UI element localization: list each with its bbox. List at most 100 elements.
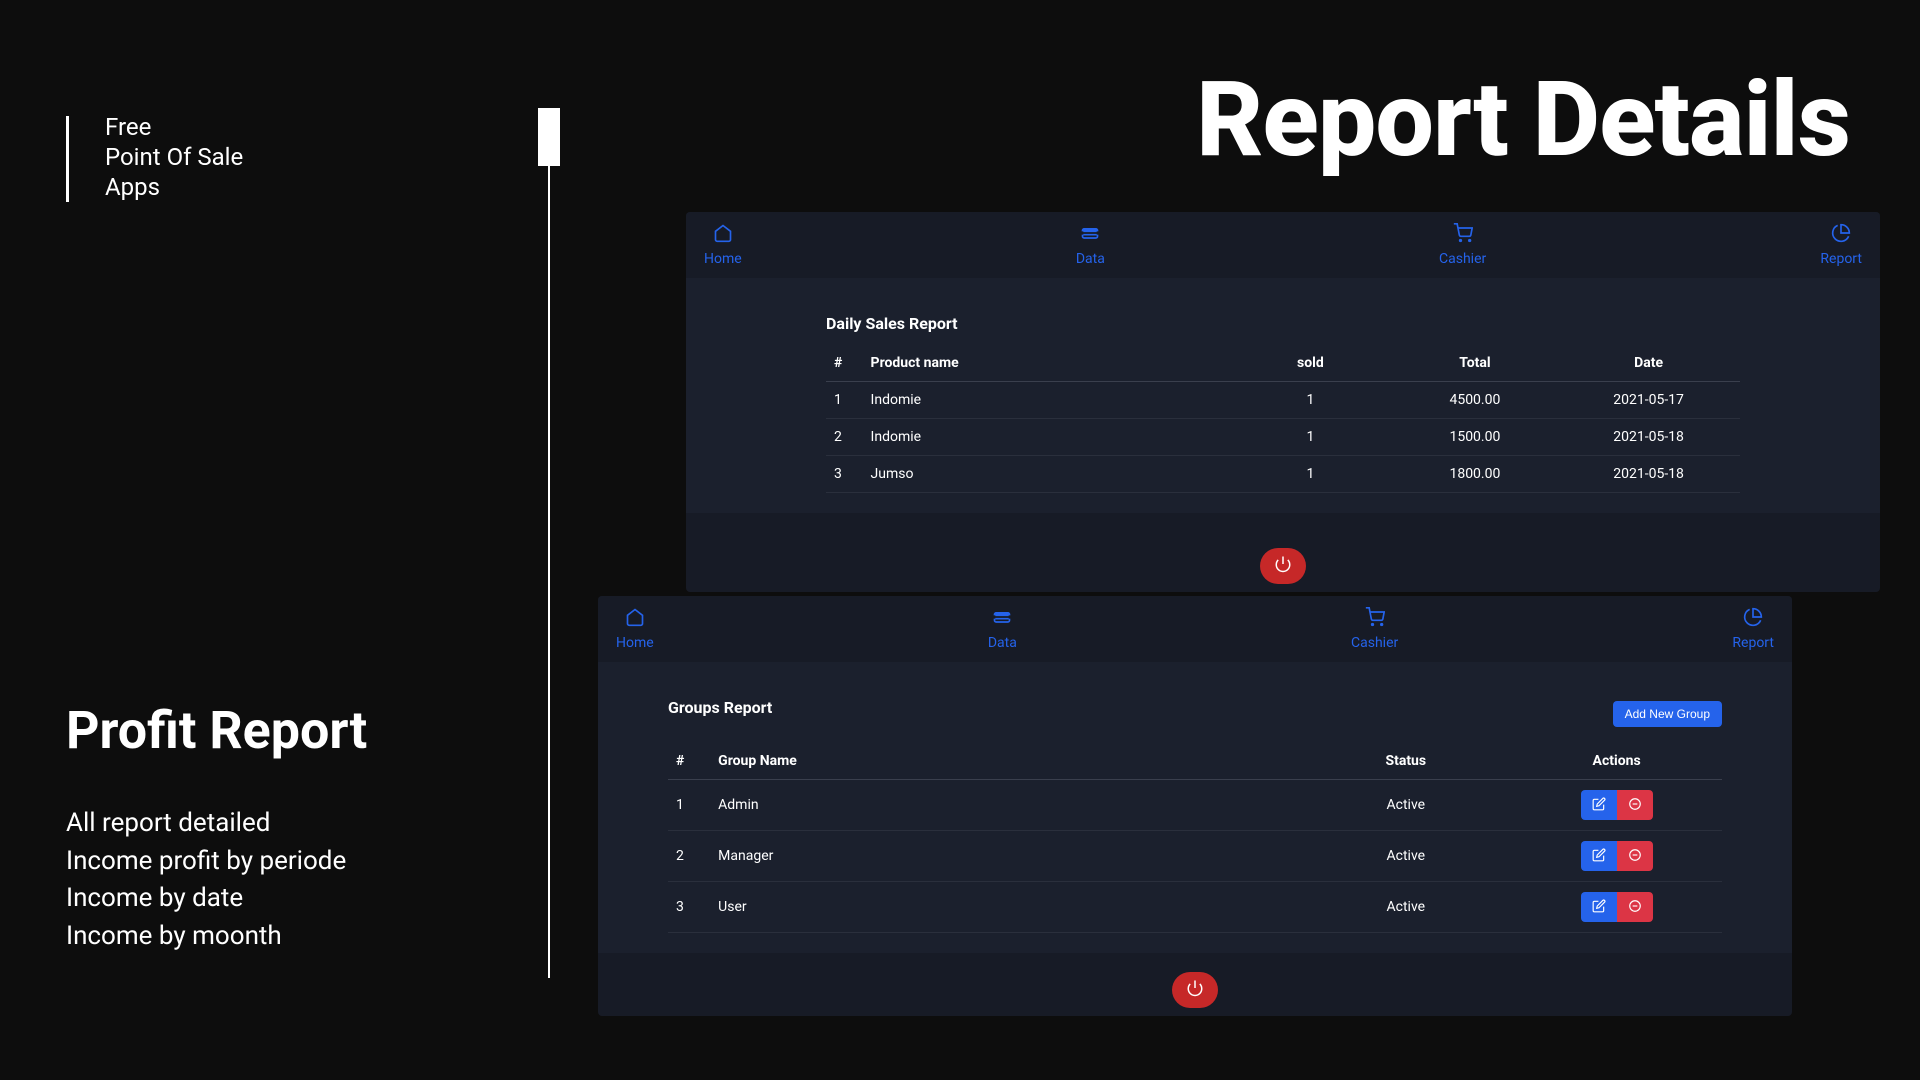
power-button[interactable] (1260, 548, 1306, 584)
groups-table: # Group Name Status Actions 1AdminActive… (668, 743, 1722, 933)
nav-report-label: Report (1820, 251, 1862, 267)
col-num: # (826, 345, 863, 382)
cell-group-name: Manager (710, 831, 1300, 882)
brand-text: Free Point Of Sale Apps (105, 112, 243, 202)
brand-accent-bar (66, 116, 69, 202)
nav-home[interactable]: Home (704, 223, 742, 267)
cell-num: 1 (826, 382, 863, 419)
sales-card-body: Daily Sales Report # Product name sold T… (686, 278, 1880, 513)
cell-product: Indomie (863, 382, 1229, 419)
cart-icon (1453, 223, 1473, 247)
cell-date: 2021-05-17 (1557, 382, 1740, 419)
cell-date: 2021-05-18 (1557, 456, 1740, 493)
cell-num: 2 (826, 419, 863, 456)
brand-line-1: Free (105, 112, 243, 142)
cell-status: Active (1300, 831, 1511, 882)
cell-status: Active (1300, 882, 1511, 933)
edit-button[interactable] (1581, 892, 1617, 922)
nav-data-b[interactable]: Data (988, 607, 1017, 651)
cell-num: 1 (668, 780, 710, 831)
edit-button[interactable] (1581, 841, 1617, 871)
table-row: 1Indomie14500.002021-05-17 (826, 382, 1740, 419)
nav-data-label-b: Data (988, 635, 1017, 651)
brand-line-3: Apps (105, 172, 243, 202)
navbar-a: Home Data Cashier Report (686, 212, 1880, 278)
profit-line-1: All report detailed (66, 805, 367, 843)
cell-actions (1511, 882, 1722, 933)
sales-card-title: Daily Sales Report (826, 314, 1740, 333)
navbar-b: Home Data Cashier Report (598, 596, 1792, 662)
table-row: 3Jumso11800.002021-05-18 (826, 456, 1740, 493)
groups-panel: Home Data Cashier Report Groups Report A… (598, 596, 1792, 1016)
delete-button[interactable] (1617, 841, 1653, 871)
nav-data[interactable]: Data (1076, 223, 1105, 267)
power-icon (1186, 979, 1204, 1001)
power-button-b[interactable] (1172, 972, 1218, 1008)
cell-group-name: User (710, 882, 1300, 933)
pie-chart-icon (1831, 223, 1851, 247)
col-total: Total (1393, 345, 1558, 382)
cell-product: Indomie (863, 419, 1229, 456)
profit-line-3: Income by date (66, 880, 367, 918)
cell-total: 1500.00 (1393, 419, 1558, 456)
profit-line-4: Income by moonth (66, 918, 367, 956)
cell-total: 4500.00 (1393, 382, 1558, 419)
cell-total: 1800.00 (1393, 456, 1558, 493)
nav-cashier[interactable]: Cashier (1439, 223, 1486, 267)
cell-product: Jumso (863, 456, 1229, 493)
burger-icon (1080, 223, 1100, 247)
power-icon (1274, 555, 1292, 577)
table-row: 2Indomie11500.002021-05-18 (826, 419, 1740, 456)
nav-cashier-label: Cashier (1439, 251, 1486, 267)
col-product: Product name (863, 345, 1229, 382)
cell-status: Active (1300, 780, 1511, 831)
cell-actions (1511, 831, 1722, 882)
cart-icon (1365, 607, 1385, 631)
nav-report[interactable]: Report (1820, 223, 1862, 267)
cell-date: 2021-05-18 (1557, 419, 1740, 456)
cell-sold: 1 (1228, 382, 1393, 419)
col-group: Group Name (710, 743, 1300, 780)
delete-button[interactable] (1617, 892, 1653, 922)
minus-circle-icon (1628, 848, 1642, 865)
cell-sold: 1 (1228, 456, 1393, 493)
minus-circle-icon (1628, 899, 1642, 916)
burger-icon (992, 607, 1012, 631)
page-title: Report Details (1196, 60, 1850, 181)
nav-report-b[interactable]: Report (1732, 607, 1774, 651)
nav-home-label: Home (704, 251, 742, 267)
nav-home-b[interactable]: Home (616, 607, 654, 651)
cell-group-name: Admin (710, 780, 1300, 831)
col-date: Date (1557, 345, 1740, 382)
table-row: 3UserActive (668, 882, 1722, 933)
edit-button[interactable] (1581, 790, 1617, 820)
nav-cashier-b[interactable]: Cashier (1351, 607, 1398, 651)
table-row: 2ManagerActive (668, 831, 1722, 882)
cell-num: 2 (668, 831, 710, 882)
cell-actions (1511, 780, 1722, 831)
groups-card-body: Groups Report Add New Group # Group Name… (598, 662, 1792, 953)
pencil-icon (1592, 848, 1606, 865)
nav-home-label-b: Home (616, 635, 654, 651)
col-status: Status (1300, 743, 1511, 780)
table-row: 1AdminActive (668, 780, 1722, 831)
nav-data-label: Data (1076, 251, 1105, 267)
nav-cashier-label-b: Cashier (1351, 635, 1398, 651)
add-new-group-button[interactable]: Add New Group (1613, 701, 1722, 727)
col-sold: sold (1228, 345, 1393, 382)
profit-title: Profit Report (66, 700, 367, 761)
profit-report-block: Profit Report All report detailed Income… (66, 700, 367, 956)
col-actions: Actions (1511, 743, 1722, 780)
sales-table: # Product name sold Total Date 1Indomie1… (826, 345, 1740, 493)
delete-button[interactable] (1617, 790, 1653, 820)
home-icon (625, 607, 645, 631)
minus-circle-icon (1628, 797, 1642, 814)
cell-sold: 1 (1228, 419, 1393, 456)
divider-handle[interactable] (538, 108, 560, 166)
cell-num: 3 (826, 456, 863, 493)
col-num-g: # (668, 743, 710, 780)
daily-sales-panel: Home Data Cashier Report Daily Sales Rep… (686, 212, 1880, 592)
brand-line-2: Point Of Sale (105, 142, 243, 172)
cell-num: 3 (668, 882, 710, 933)
home-icon (713, 223, 733, 247)
